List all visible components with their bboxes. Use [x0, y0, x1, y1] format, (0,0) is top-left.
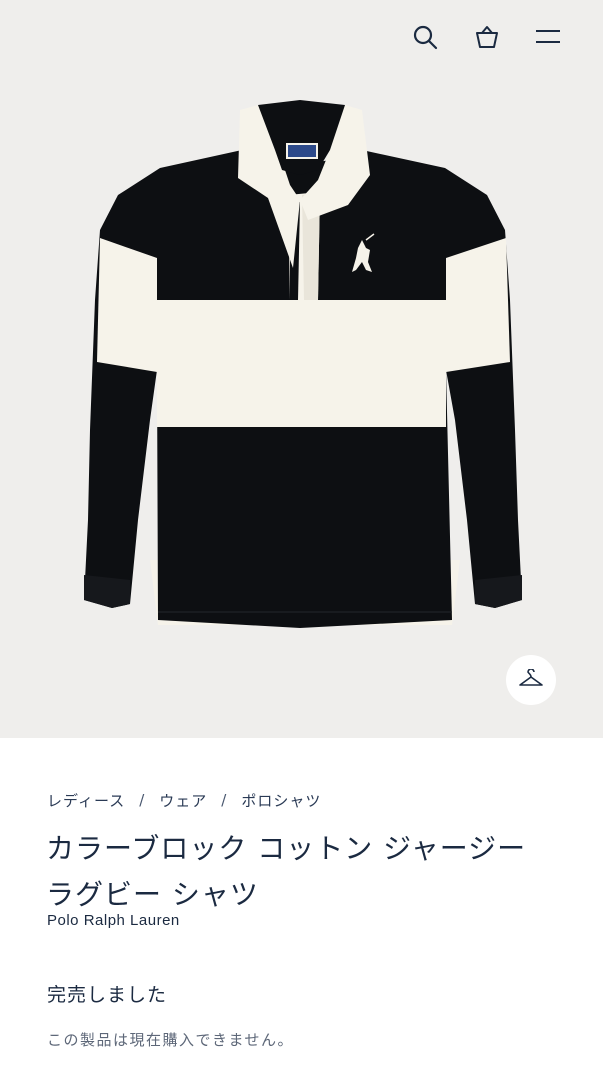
- product-brand: Polo Ralph Lauren: [47, 912, 180, 929]
- product-image[interactable]: [0, 0, 603, 738]
- sold-out-status: 完売しました: [47, 984, 168, 1006]
- breadcrumb: レディース / ウェア / ポロシャツ: [47, 789, 321, 811]
- breadcrumb-item-womens[interactable]: レディース: [47, 790, 125, 811]
- breadcrumb-separator: /: [221, 791, 228, 809]
- breadcrumb-item-polo-shirts[interactable]: ポロシャツ: [241, 790, 321, 811]
- hanger-button[interactable]: [506, 655, 556, 705]
- product-hero: [0, 0, 603, 738]
- menu-icon[interactable]: [531, 20, 565, 54]
- breadcrumb-separator: /: [139, 791, 146, 809]
- hanger-icon: [519, 669, 543, 686]
- product-title: カラーブロック コットン ジャージー ラグビー シャツ: [46, 832, 527, 911]
- breadcrumb-item-wear[interactable]: ウェア: [159, 790, 207, 811]
- search-icon[interactable]: [408, 20, 442, 54]
- availability-note: この製品は現在購入できません。: [47, 1031, 295, 1049]
- shopping-bag-icon[interactable]: [470, 20, 504, 54]
